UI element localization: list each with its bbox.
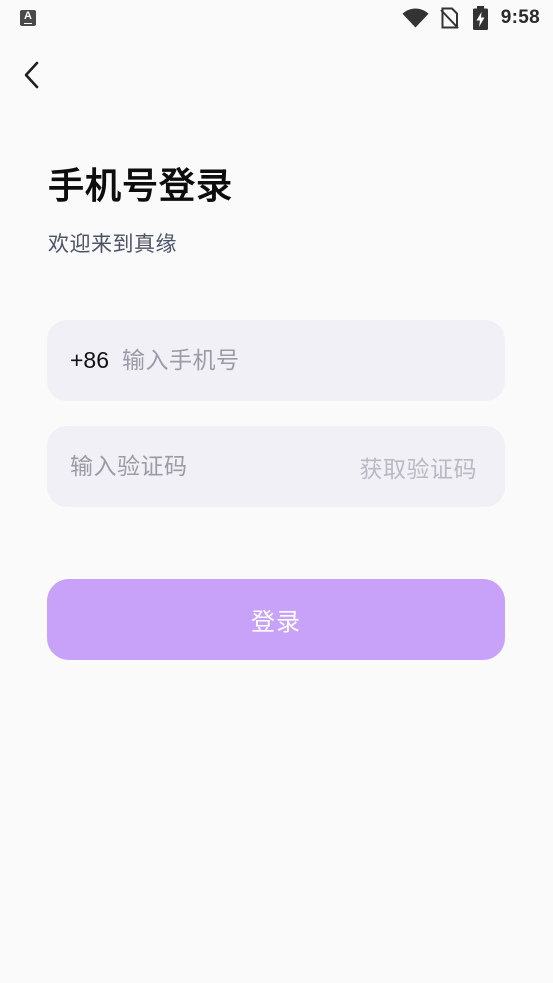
app-notification-icon: A xyxy=(20,10,36,26)
chevron-left-icon xyxy=(24,61,39,89)
page-title: 手机号登录 xyxy=(48,165,234,206)
battery-charging-icon xyxy=(473,6,488,30)
verification-code-input[interactable] xyxy=(70,446,360,487)
country-code: +86 xyxy=(70,347,110,373)
get-code-button[interactable]: 获取验证码 xyxy=(360,450,478,484)
wifi-icon xyxy=(402,8,429,28)
phone-field: +86 xyxy=(47,320,505,401)
back-button[interactable] xyxy=(16,56,48,94)
status-bar: A 9:58 xyxy=(0,0,553,36)
no-sim-icon xyxy=(440,7,459,29)
page-subtitle: 欢迎来到真缘 xyxy=(48,233,177,256)
verification-code-field: 获取验证码 xyxy=(47,426,505,507)
status-time: 9:58 xyxy=(500,7,540,28)
login-button[interactable]: 登录 xyxy=(47,579,505,660)
phone-input[interactable] xyxy=(122,340,477,381)
